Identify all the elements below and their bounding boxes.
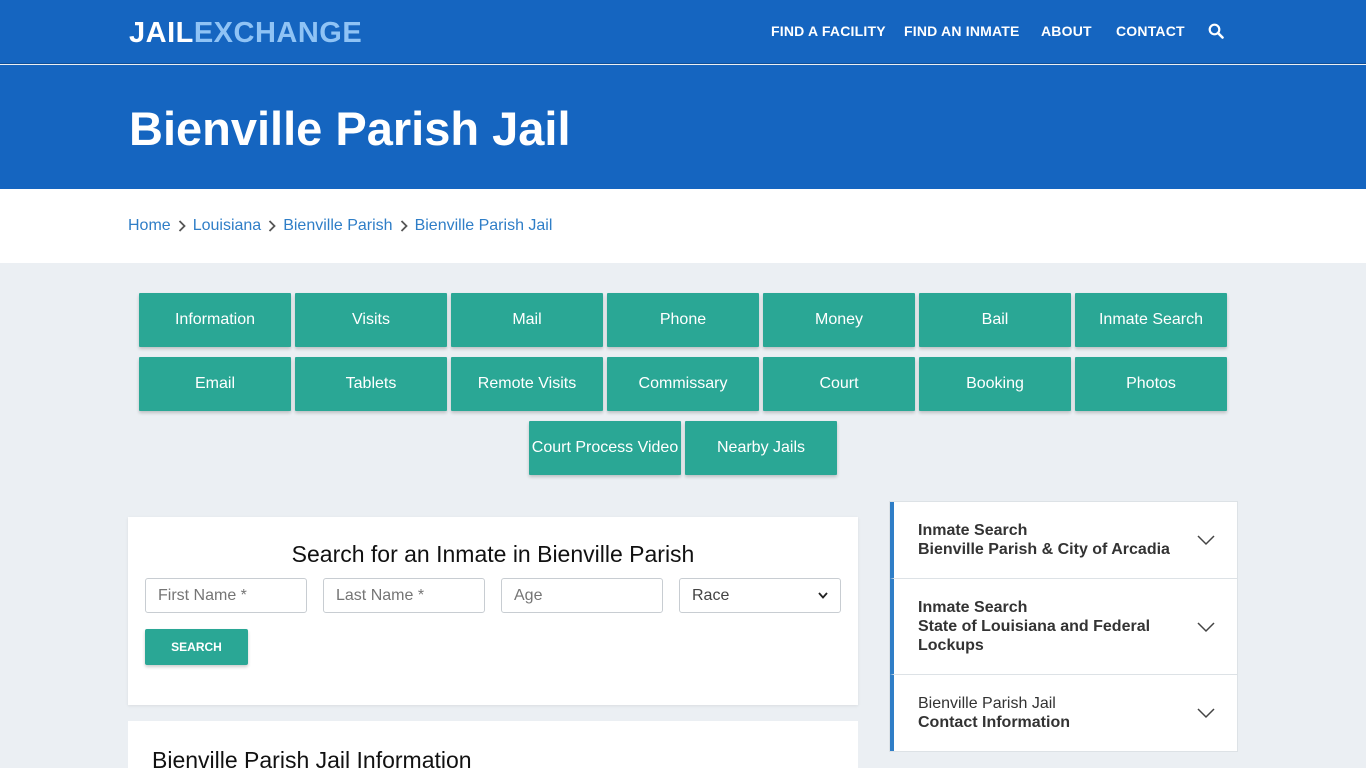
info-heading: Bienville Parish Jail Information: [152, 747, 472, 768]
tile-money[interactable]: Money: [763, 293, 915, 347]
breadcrumb: Home Louisiana Bienville Parish Bienvill…: [128, 217, 552, 235]
accordion-item-inmate-search-local[interactable]: Inmate Search Bienville Parish & City of…: [890, 502, 1237, 579]
site-logo[interactable]: JAILEXCHANGE: [129, 17, 362, 50]
logo-text-jail: JAIL: [129, 17, 194, 49]
chevron-down-icon: [1197, 708, 1215, 719]
accordion-title: Inmate Search: [918, 599, 1028, 616]
chevron-down-icon: [1197, 621, 1215, 632]
accordion-title: Bienville Parish Jail: [918, 695, 1056, 712]
search-icon[interactable]: [1208, 23, 1224, 39]
sidebar-accordion: Inmate Search Bienville Parish & City of…: [889, 501, 1238, 752]
chevron-right-icon: [393, 218, 415, 234]
tile-remote-visits[interactable]: Remote Visits: [451, 357, 603, 411]
nav-about[interactable]: ABOUT: [1041, 23, 1092, 39]
tile-nearby-jails[interactable]: Nearby Jails: [685, 421, 837, 475]
chevron-right-icon: [261, 218, 283, 234]
chevron-down-icon: [1197, 535, 1215, 546]
breadcrumb-louisiana[interactable]: Louisiana: [193, 217, 262, 235]
race-select-value: Race: [692, 586, 730, 604]
inmate-search-card: Search for an Inmate in Bienville Parish…: [128, 517, 858, 705]
tile-mail[interactable]: Mail: [451, 293, 603, 347]
accordion-subtitle: Bienville Parish & City of Arcadia: [918, 541, 1170, 558]
tile-inmate-search[interactable]: Inmate Search: [1075, 293, 1227, 347]
jail-information-card: Bienville Parish Jail Information: [128, 721, 858, 768]
nav-find-facility[interactable]: FIND A FACILITY: [771, 23, 886, 39]
accordion-subtitle: State of Louisiana and Federal Lockups: [918, 618, 1151, 654]
page-hero: Bienville Parish Jail: [0, 65, 1366, 189]
accordion-title: Inmate Search: [918, 522, 1028, 539]
tile-court[interactable]: Court: [763, 357, 915, 411]
search-heading: Search for an Inmate in Bienville Parish: [291, 541, 695, 567]
breadcrumb-home[interactable]: Home: [128, 217, 171, 235]
logo-text-exchange: EXCHANGE: [193, 17, 363, 49]
tile-commissary[interactable]: Commissary: [607, 357, 759, 411]
breadcrumb-bienville-parish[interactable]: Bienville Parish: [283, 217, 392, 235]
first-name-input[interactable]: [145, 578, 307, 613]
nav-contact[interactable]: CONTACT: [1116, 23, 1185, 39]
tile-tablets[interactable]: Tablets: [295, 357, 447, 411]
top-navbar: JAILEXCHANGE FIND A FACILITY FIND AN INM…: [0, 0, 1366, 64]
chevron-right-icon: [171, 218, 193, 234]
breadcrumb-bar: Home Louisiana Bienville Parish Bienvill…: [0, 189, 1366, 263]
search-button[interactable]: SEARCH: [145, 629, 248, 665]
tile-email[interactable]: Email: [139, 357, 291, 411]
page-title: Bienville Parish Jail: [129, 102, 571, 155]
last-name-input[interactable]: [323, 578, 485, 613]
race-select[interactable]: Race: [679, 578, 841, 613]
tile-information[interactable]: Information: [139, 293, 291, 347]
nav-find-inmate[interactable]: FIND AN INMATE: [904, 23, 1020, 39]
chevron-down-icon: [818, 592, 828, 599]
age-input[interactable]: [501, 578, 663, 613]
tile-visits[interactable]: Visits: [295, 293, 447, 347]
tile-phone[interactable]: Phone: [607, 293, 759, 347]
tile-bail[interactable]: Bail: [919, 293, 1071, 347]
accordion-item-contact-information[interactable]: Bienville Parish Jail Contact Informatio…: [890, 675, 1237, 751]
accordion-item-inmate-search-state[interactable]: Inmate Search State of Louisiana and Fed…: [890, 579, 1237, 675]
breadcrumb-bienville-parish-jail[interactable]: Bienville Parish Jail: [415, 217, 553, 235]
tile-photos[interactable]: Photos: [1075, 357, 1227, 411]
tile-booking[interactable]: Booking: [919, 357, 1071, 411]
accordion-subtitle: Contact Information: [918, 714, 1070, 731]
tile-court-process-video[interactable]: Court Process Video: [529, 421, 681, 475]
